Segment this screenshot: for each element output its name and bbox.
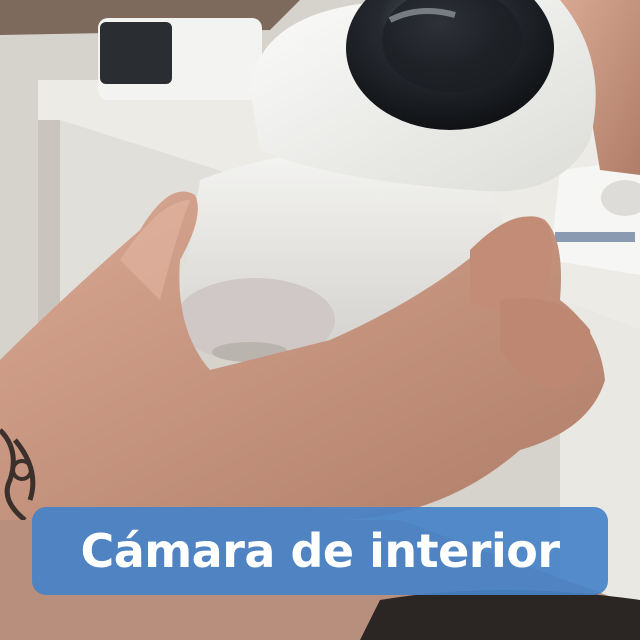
dark-sleeve <box>360 590 640 640</box>
caption-text: Cámara de interior <box>80 524 560 578</box>
caption-banner: Cámara de interior <box>32 507 608 595</box>
paper-strip <box>555 232 635 242</box>
photo-scene: Cámara de interior <box>0 0 640 640</box>
box-camera-face <box>100 22 172 84</box>
paper <box>550 160 640 275</box>
